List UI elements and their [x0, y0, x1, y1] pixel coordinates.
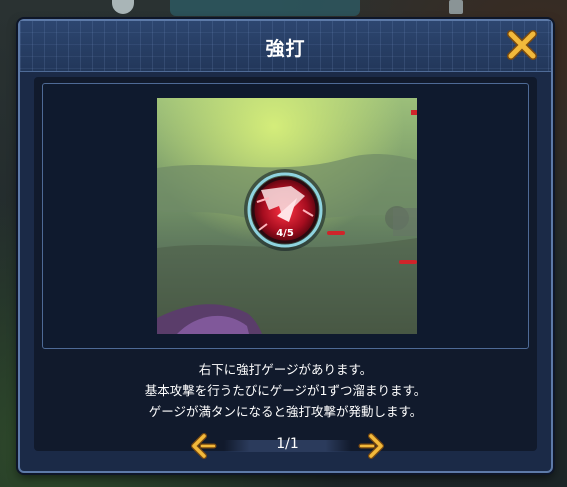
chevron-right-icon: [358, 433, 384, 459]
dialog-body: 4/5 右下に強打ゲージがあります。 基本攻撃を行うたびにゲージが1ずつ溜まりま…: [34, 77, 537, 451]
background-top-bar: [170, 0, 360, 16]
page-indicator: 1/1: [276, 436, 299, 452]
description-line: ゲージが満タンになると強打攻撃が発動します。: [148, 404, 423, 419]
gameplay-preview-image: 4/5: [157, 98, 417, 334]
gauge-count: 4/5: [276, 228, 294, 239]
preview-frame: 4/5: [42, 83, 529, 349]
pager: 1/1: [190, 433, 385, 459]
tutorial-dialog: 強打 4/5 右下に強打ゲージがあります。 基本攻撃を行うたびにゲージが1ずつ溜…: [18, 19, 553, 473]
background-lock-icon: [449, 0, 463, 14]
next-page-button[interactable]: [357, 433, 385, 459]
description-line: 基本攻撃を行うたびにゲージが1ずつ溜まります。: [144, 383, 427, 398]
description-line: 右下に強打ゲージがあります。: [198, 362, 373, 377]
dialog-header: 強打: [20, 21, 551, 72]
close-button[interactable]: [505, 28, 539, 62]
background-character-icon: [112, 0, 134, 14]
close-icon: [507, 30, 537, 60]
description: 右下に強打ゲージがあります。 基本攻撃を行うたびにゲージが1ずつ溜まります。 ゲ…: [34, 359, 537, 422]
gameplay-scene: 4/5: [157, 98, 417, 334]
dialog-title: 強打: [265, 38, 306, 60]
